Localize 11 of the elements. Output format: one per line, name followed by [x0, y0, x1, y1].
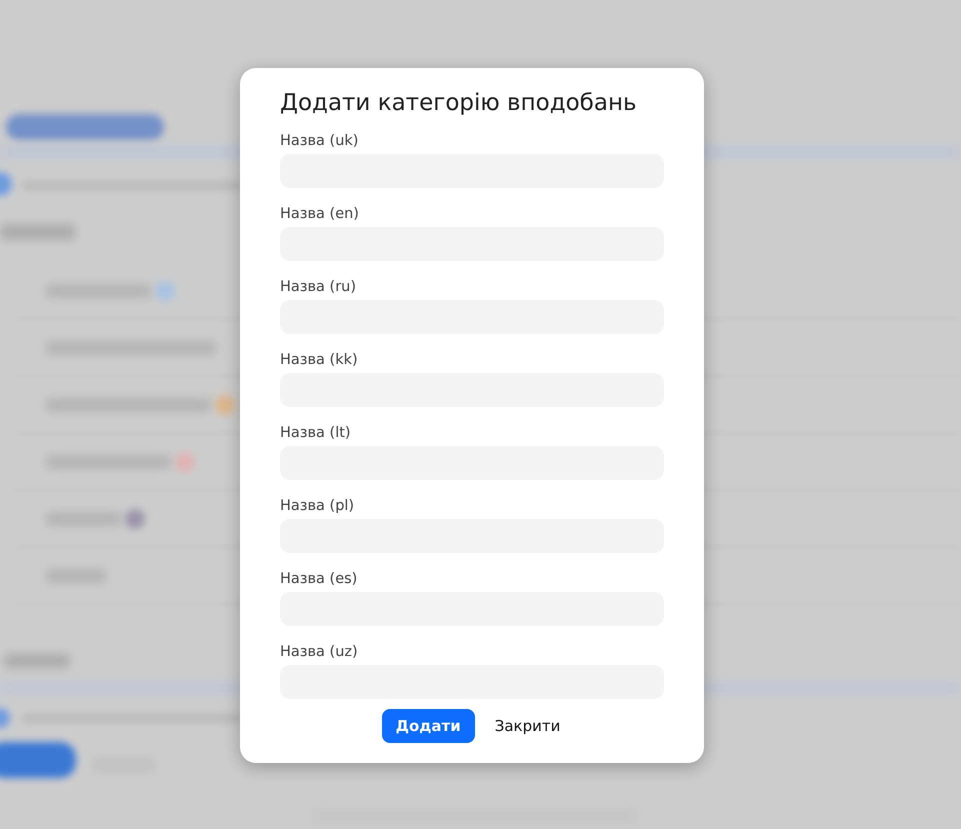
dialog-title: Додати категорію вподобань: [280, 89, 638, 118]
field-label: Назва (uk): [280, 132, 358, 151]
field-label: Назва (en): [280, 205, 359, 224]
field-label: Назва (lt): [280, 424, 351, 443]
close-button[interactable]: Закрити: [492, 709, 562, 743]
field-label: Назва (ru): [280, 278, 356, 297]
add-button[interactable]: Додати: [382, 709, 475, 743]
field-label: Назва (es): [280, 570, 358, 589]
field-label: Назва (uz): [280, 643, 358, 662]
field-label: Назва (pl): [280, 497, 354, 516]
field-label: Назва (kk): [280, 351, 358, 370]
